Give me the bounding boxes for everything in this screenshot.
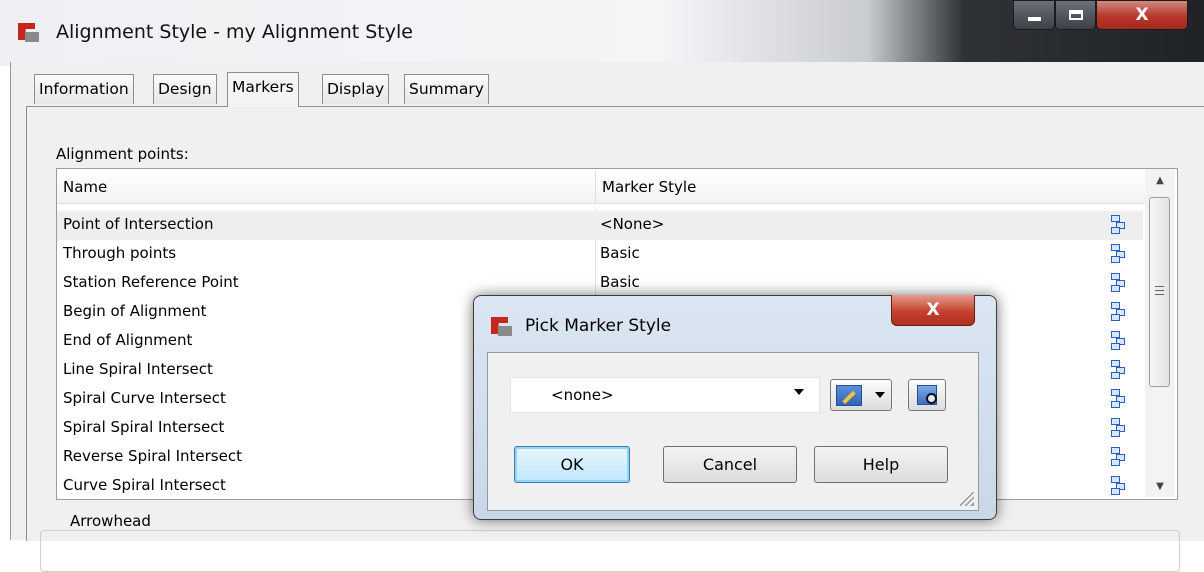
row-name: End of Alignment bbox=[63, 331, 193, 349]
row-name: Through points bbox=[63, 244, 177, 262]
row-marker-style: Basic bbox=[600, 244, 640, 262]
edit-style-split-button[interactable] bbox=[830, 379, 892, 411]
tab-label: Markers bbox=[232, 78, 294, 96]
tab-summary[interactable]: Summary bbox=[404, 74, 489, 104]
tab-markers[interactable]: Markers bbox=[227, 72, 299, 107]
minimize-button[interactable] bbox=[1013, 0, 1055, 30]
browse-style-button[interactable] bbox=[908, 379, 946, 411]
row-name: Begin of Alignment bbox=[63, 302, 207, 320]
column-header-name[interactable]: Name bbox=[57, 171, 595, 204]
list-row[interactable]: Through points Basic bbox=[57, 240, 1143, 269]
pick-marker-style-dialog: Pick Marker Style X <none> OK Cancel Hel… bbox=[473, 295, 997, 520]
maximize-icon bbox=[1068, 10, 1083, 20]
row-name: Station Reference Point bbox=[63, 273, 239, 291]
tab-label: Information bbox=[39, 80, 129, 98]
list-vertical-scrollbar[interactable]: ▲ ▼ bbox=[1145, 169, 1175, 497]
style-picker-icon[interactable] bbox=[1111, 331, 1125, 350]
edit-style-icon bbox=[836, 385, 862, 406]
scroll-up-icon[interactable]: ▲ bbox=[1145, 169, 1175, 191]
title-bar[interactable]: Alignment Style - my Alignment Style X bbox=[0, 0, 1204, 66]
column-header-marker-style[interactable]: Marker Style bbox=[596, 171, 1146, 204]
row-marker-style: Basic bbox=[600, 273, 640, 291]
style-picker-icon[interactable] bbox=[1111, 244, 1125, 263]
tab-label: Display bbox=[327, 80, 385, 98]
grip-icon bbox=[1155, 286, 1164, 295]
chevron-down-icon[interactable] bbox=[875, 392, 885, 398]
button-label: Help bbox=[862, 455, 900, 474]
combo-value: <none> bbox=[551, 386, 614, 404]
dialog-client-area: <none> OK Cancel Help bbox=[487, 352, 979, 511]
window-title: Alignment Style - my Alignment Style bbox=[56, 21, 413, 43]
style-picker-icon[interactable] bbox=[1111, 215, 1125, 234]
app-icon[interactable] bbox=[491, 317, 513, 337]
row-name: Point of Intersection bbox=[63, 215, 214, 233]
list-row[interactable]: Point of Intersection <None> bbox=[57, 211, 1143, 240]
app-icon[interactable] bbox=[18, 23, 40, 43]
row-name: Line Spiral Intersect bbox=[63, 360, 213, 378]
marker-style-combobox[interactable]: <none> bbox=[510, 377, 820, 413]
close-icon: X bbox=[926, 299, 940, 320]
arrowhead-group-label: Arrowhead bbox=[64, 512, 157, 530]
row-name: Spiral Spiral Intersect bbox=[63, 418, 225, 436]
scroll-down-icon[interactable]: ▼ bbox=[1145, 475, 1175, 497]
style-picker-icon[interactable] bbox=[1111, 447, 1125, 466]
row-marker-style: <None> bbox=[600, 215, 665, 233]
scroll-thumb[interactable] bbox=[1149, 197, 1170, 387]
column-header-label: Name bbox=[63, 178, 108, 196]
alignment-points-label: Alignment points: bbox=[56, 145, 189, 163]
column-header-label: Marker Style bbox=[602, 178, 697, 196]
browse-style-icon bbox=[917, 385, 937, 405]
close-button[interactable]: X bbox=[1096, 0, 1188, 30]
tab-display[interactable]: Display bbox=[322, 74, 390, 104]
tab-design[interactable]: Design bbox=[153, 74, 217, 104]
help-button[interactable]: Help bbox=[814, 446, 948, 483]
dialog-close-button[interactable]: X bbox=[891, 295, 975, 326]
cancel-button[interactable]: Cancel bbox=[663, 446, 797, 483]
style-picker-icon[interactable] bbox=[1111, 273, 1125, 292]
row-name: Curve Spiral Intersect bbox=[63, 476, 226, 494]
ok-button[interactable]: OK bbox=[514, 446, 630, 483]
row-name: Reverse Spiral Intersect bbox=[63, 447, 242, 465]
tab-label: Design bbox=[158, 80, 212, 98]
button-label: OK bbox=[560, 455, 584, 474]
tab-label: Summary bbox=[409, 80, 484, 98]
style-picker-icon[interactable] bbox=[1111, 360, 1125, 379]
chevron-down-icon[interactable] bbox=[794, 389, 804, 395]
resize-grip-icon[interactable] bbox=[960, 492, 974, 506]
tab-information[interactable]: Information bbox=[34, 74, 134, 104]
style-picker-icon[interactable] bbox=[1111, 389, 1125, 408]
header-divider bbox=[595, 171, 596, 203]
list-row[interactable]: Station Reference Point Basic bbox=[57, 269, 1143, 298]
arrowhead-group bbox=[40, 530, 1180, 572]
minimize-icon bbox=[1027, 17, 1041, 21]
dialog-title: Pick Marker Style bbox=[525, 316, 672, 336]
close-icon: X bbox=[1135, 4, 1149, 25]
style-picker-icon[interactable] bbox=[1111, 476, 1125, 495]
row-name: Spiral Curve Intersect bbox=[63, 389, 226, 407]
button-label: Cancel bbox=[702, 455, 758, 474]
style-picker-icon[interactable] bbox=[1111, 418, 1125, 437]
style-picker-icon[interactable] bbox=[1111, 302, 1125, 321]
maximize-button[interactable] bbox=[1055, 0, 1096, 30]
